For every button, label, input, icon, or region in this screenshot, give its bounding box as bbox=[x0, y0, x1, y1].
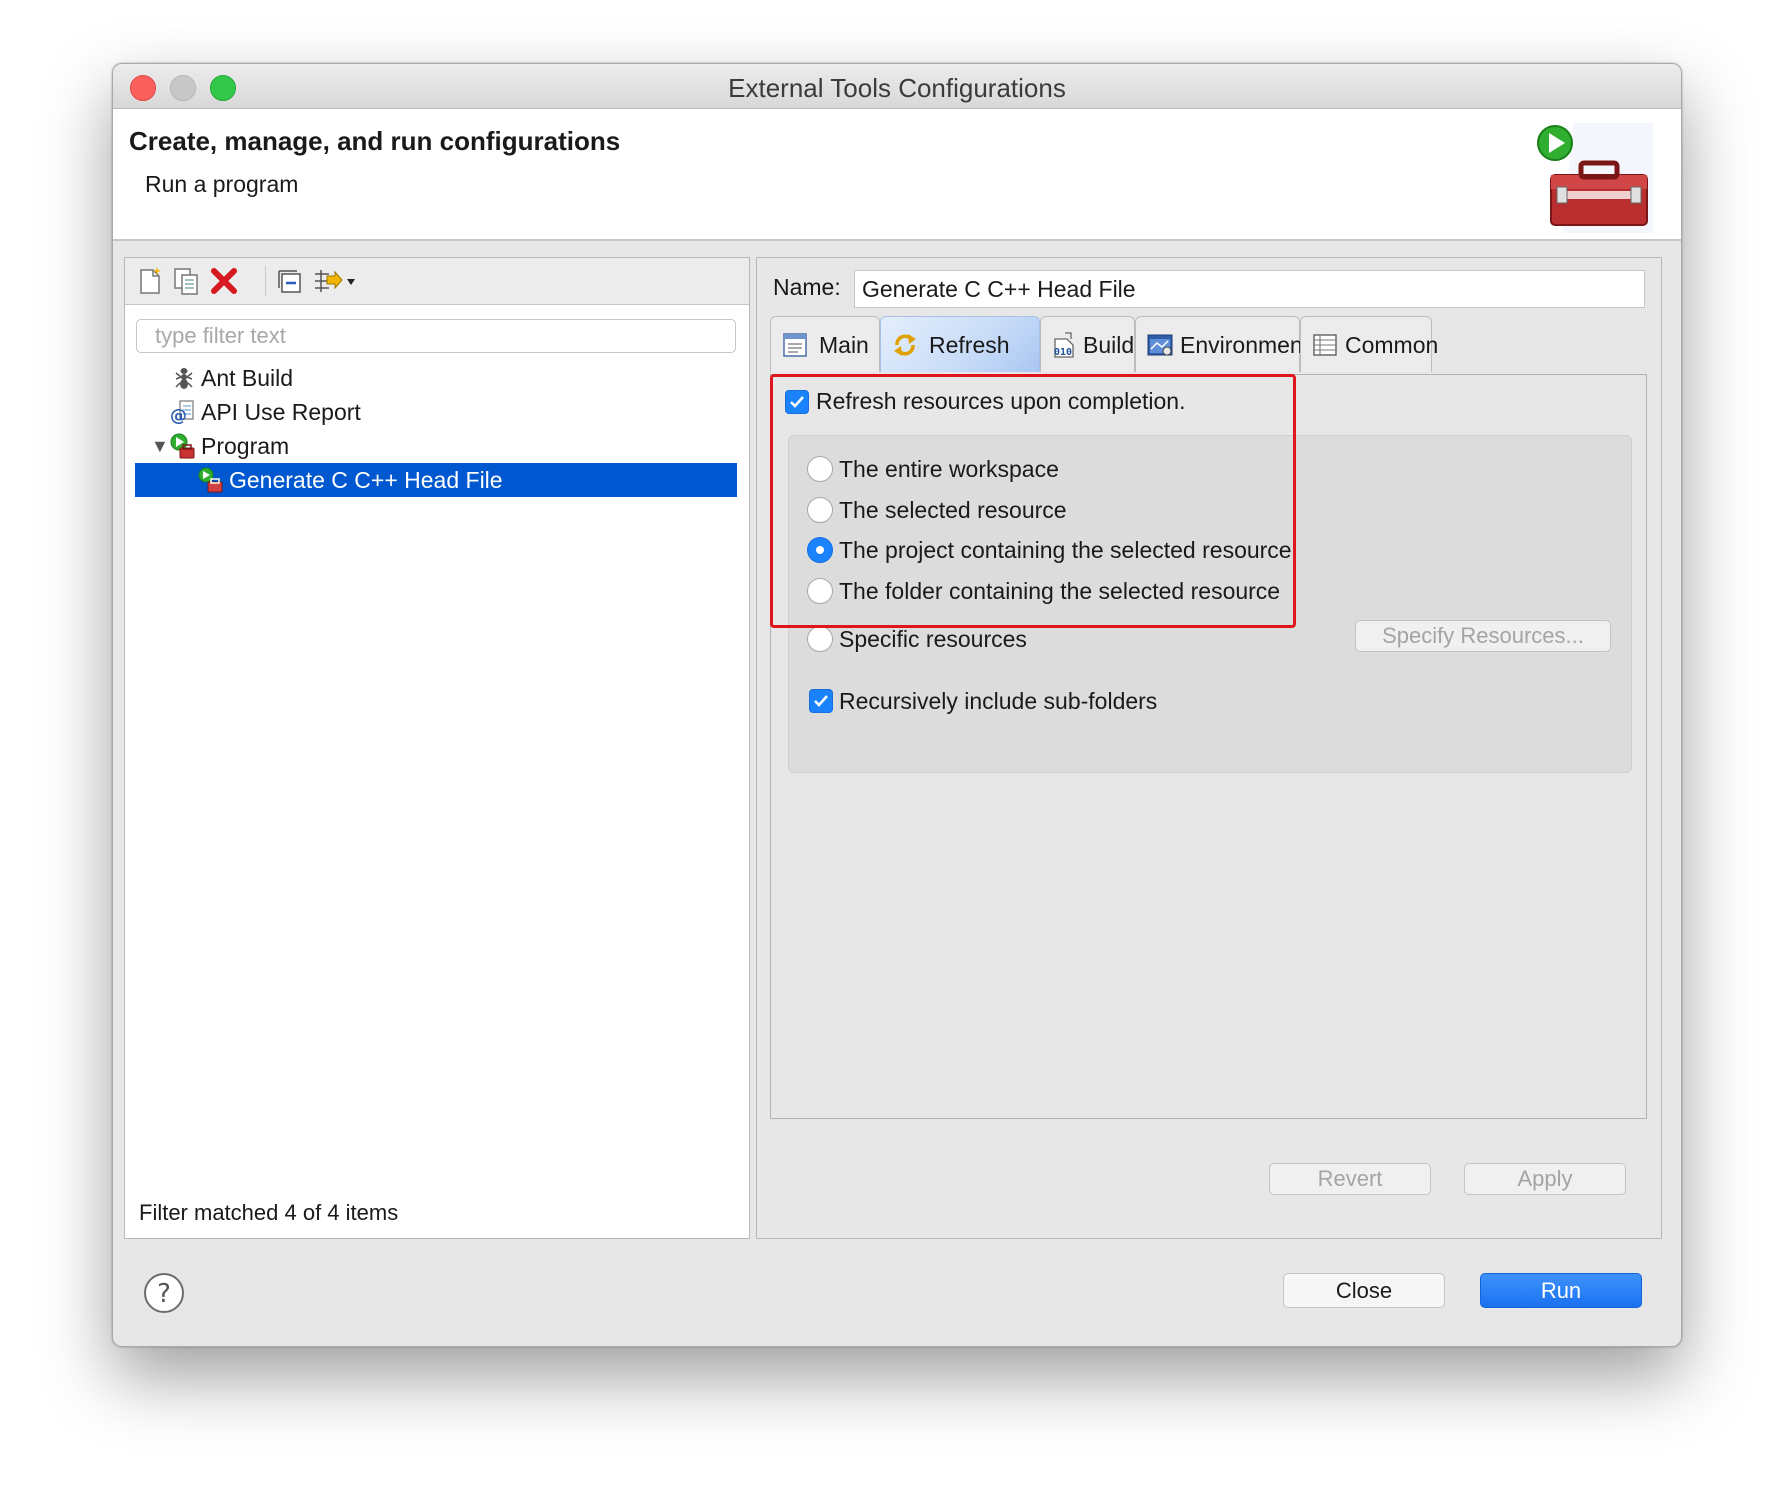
filter-status-text: Filter matched 4 of 4 items bbox=[139, 1200, 399, 1225]
radio-label-project-of-selected-resource: The project containing the selected reso… bbox=[839, 537, 1292, 563]
tree-item-program[interactable]: ▼ Program bbox=[125, 429, 749, 463]
collapse-triangle-icon[interactable]: ▼ bbox=[151, 429, 169, 463]
name-input[interactable] bbox=[854, 270, 1645, 308]
program-icon bbox=[170, 433, 195, 459]
title-bar[interactable]: External Tools Configurations bbox=[113, 64, 1681, 109]
refresh-scope-group: The entire workspace The selected resour… bbox=[788, 435, 1632, 773]
radio-label-selected-resource: The selected resource bbox=[839, 497, 1067, 523]
build-icon: 010 bbox=[1054, 332, 1074, 358]
help-icon[interactable]: ? bbox=[143, 1272, 185, 1314]
recursive-subfolders-label: Recursively include sub-folders bbox=[839, 688, 1158, 714]
checkmark-icon bbox=[814, 695, 828, 707]
radio-entire-workspace[interactable] bbox=[807, 456, 833, 482]
refresh-icon bbox=[894, 334, 916, 356]
filter-menu-icon[interactable] bbox=[311, 266, 357, 296]
environment-icon bbox=[1147, 334, 1173, 356]
svg-text:010: 010 bbox=[1054, 347, 1072, 358]
tab-common[interactable]: Common bbox=[1300, 316, 1438, 372]
toolbar-separator bbox=[265, 266, 266, 296]
radio-label-specific-resources: Specific resources bbox=[839, 626, 1027, 652]
tree-item-api-use-report[interactable]: @ API Use Report bbox=[125, 395, 749, 429]
apply-button[interactable]: Apply bbox=[1464, 1163, 1626, 1195]
radio-label-entire-workspace: The entire workspace bbox=[839, 456, 1059, 482]
revert-button[interactable]: Revert bbox=[1269, 1163, 1431, 1195]
svg-text:?: ? bbox=[157, 1279, 171, 1309]
tab-label: Refresh bbox=[929, 332, 1010, 358]
delete-icon[interactable] bbox=[209, 266, 239, 296]
tree-item-generate-c-cpp-head-file[interactable]: Generate C C++ Head File bbox=[135, 463, 737, 497]
api-report-icon: @ bbox=[170, 400, 194, 425]
radio-specific-resources[interactable] bbox=[807, 626, 833, 652]
tab-label: Environment bbox=[1180, 332, 1310, 358]
duplicate-icon[interactable] bbox=[171, 266, 201, 296]
svg-text:@: @ bbox=[170, 406, 187, 425]
tree-item-label: Program bbox=[201, 433, 290, 459]
external-tools-dialog: External Tools Configurations Create, ma… bbox=[112, 63, 1682, 1347]
checkmark-icon bbox=[790, 396, 804, 408]
radio-label-folder-of-selected-resource: The folder containing the selected resou… bbox=[839, 578, 1281, 604]
run-button[interactable]: Run bbox=[1480, 1273, 1642, 1308]
tab-main[interactable]: Main bbox=[770, 316, 880, 372]
filter-input[interactable] bbox=[136, 319, 736, 353]
configuration-list-pane: Ant Build @ API Use Report ▼ Program bbox=[124, 257, 750, 1239]
tree-item-label: API Use Report bbox=[201, 399, 361, 425]
close-button[interactable]: Close bbox=[1283, 1273, 1445, 1308]
dialog-banner: Create, manage, and run configurations R… bbox=[113, 109, 1681, 241]
collapse-all-icon[interactable] bbox=[275, 266, 305, 296]
config-tabs: Main Refresh 010 Build Environment Commo… bbox=[770, 316, 1649, 374]
configuration-toolbar bbox=[125, 258, 749, 305]
specify-resources-button[interactable]: Specify Resources... bbox=[1355, 620, 1611, 652]
refresh-on-completion-checkbox[interactable] bbox=[785, 390, 809, 414]
refresh-tab-panel: Refresh resources upon completion. The e… bbox=[770, 374, 1647, 1119]
ant-icon bbox=[175, 368, 193, 389]
tree-item-label: Ant Build bbox=[201, 365, 294, 391]
tab-refresh[interactable]: Refresh bbox=[880, 316, 1040, 372]
window-title: External Tools Configurations bbox=[728, 73, 1066, 103]
radio-folder-of-selected-resource[interactable] bbox=[807, 578, 833, 604]
configuration-editor-pane: Name: Main Refresh bbox=[756, 257, 1662, 1239]
radio-project-of-selected-resource[interactable] bbox=[807, 537, 833, 563]
tree-item-ant-build[interactable]: Ant Build bbox=[125, 361, 749, 395]
tab-label: Build bbox=[1083, 332, 1135, 358]
radio-selected-resource[interactable] bbox=[807, 497, 833, 523]
configuration-tree: Ant Build @ API Use Report ▼ Program Gen… bbox=[125, 361, 749, 497]
tab-environment[interactable]: Environment bbox=[1135, 316, 1309, 372]
tab-build[interactable]: 010 Build bbox=[1040, 316, 1135, 372]
name-label: Name: bbox=[773, 274, 841, 300]
tab-label: Common bbox=[1345, 332, 1439, 358]
toolbox-run-icon bbox=[1537, 123, 1653, 233]
banner-title: Create, manage, and run configurations bbox=[129, 126, 621, 156]
refresh-on-completion-label: Refresh resources upon completion. bbox=[816, 388, 1186, 414]
main-tab-icon bbox=[783, 333, 807, 357]
common-icon bbox=[1313, 334, 1337, 356]
tab-label: Main bbox=[819, 332, 869, 358]
recursive-subfolders-checkbox[interactable] bbox=[809, 689, 833, 713]
new-config-icon[interactable] bbox=[135, 266, 165, 296]
program-config-icon bbox=[198, 467, 223, 493]
tree-item-label: Generate C C++ Head File bbox=[229, 467, 503, 493]
banner-subtitle: Run a program bbox=[145, 171, 299, 197]
